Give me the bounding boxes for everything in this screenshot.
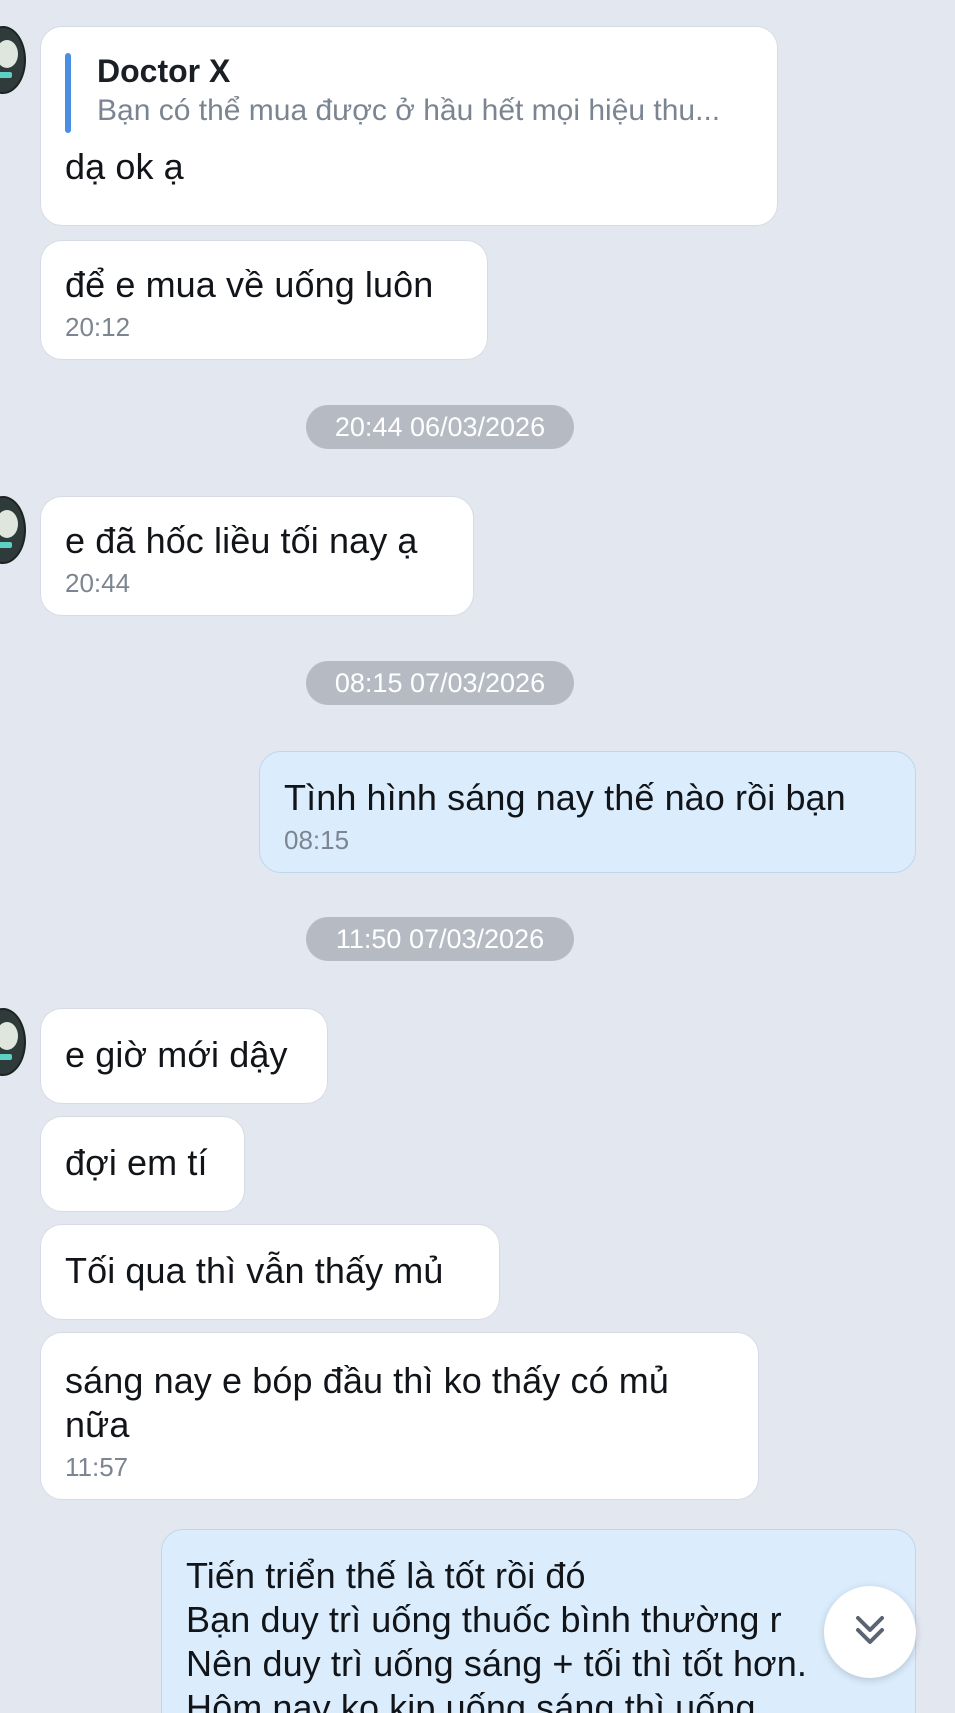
date-separator: 08:15 07/03/2026 (306, 661, 574, 705)
reply-quote[interactable]: Doctor X Bạn có thể mua được ở hầu hết m… (65, 51, 753, 133)
message-text: Nên duy trì uống sáng + tối thì tốt hơn. (186, 1643, 807, 1684)
message-bubble-incoming[interactable]: e giờ mới dậy (40, 1008, 328, 1104)
message-text: đợi em tí (65, 1142, 208, 1183)
message-text: để e mua về uống luôn (65, 264, 434, 305)
quote-text: Bạn có thể mua được ở hầu hết mọi hiệu t… (97, 94, 721, 127)
message-time: 08:15 (284, 825, 350, 855)
double-chevron-down-icon (850, 1610, 890, 1655)
contact-avatar[interactable] (0, 26, 26, 94)
scroll-to-bottom-button[interactable] (824, 1586, 916, 1678)
message-time: 20:44 (65, 568, 131, 598)
message-text: dạ ok ạ (65, 146, 184, 187)
message-text: Tình hình sáng nay thế nào rồi bạn (284, 777, 846, 818)
message-bubble-incoming[interactable]: Doctor X Bạn có thể mua được ở hầu hết m… (40, 26, 778, 226)
message-text: Tối qua thì vẫn thấy mủ (65, 1250, 444, 1291)
quote-bar (65, 53, 71, 133)
message-text: Bạn duy trì uống thuốc bình thường r (186, 1599, 782, 1640)
chat-area[interactable]: Doctor X Bạn có thể mua được ở hầu hết m… (0, 0, 955, 1713)
message-bubble-incoming[interactable]: để e mua về uống luôn 20:12 (40, 240, 488, 360)
quote-author: Doctor X (97, 53, 231, 89)
message-bubble-incoming[interactable]: sáng nay e bóp đầu thì ko thấy có mủ nữa… (40, 1332, 759, 1500)
message-text: nữa (65, 1404, 130, 1445)
date-separator: 20:44 06/03/2026 (306, 405, 574, 449)
message-bubble-incoming[interactable]: Tối qua thì vẫn thấy mủ (40, 1224, 500, 1320)
message-time: 11:57 (65, 1452, 129, 1482)
message-text: e giờ mới dậy (65, 1034, 288, 1075)
date-separator: 11:50 07/03/2026 (306, 917, 574, 961)
message-text: Hôm nay ko kịp uống sáng thì uống (186, 1687, 756, 1713)
message-text: Tiến triển thế là tốt rồi đó (186, 1555, 586, 1596)
contact-avatar[interactable] (0, 496, 26, 564)
message-bubble-outgoing[interactable]: Tình hình sáng nay thế nào rồi bạn 08:15 (259, 751, 916, 873)
contact-avatar[interactable] (0, 1008, 26, 1076)
message-bubble-outgoing[interactable]: Tiến triển thế là tốt rồi đó Bạn duy trì… (161, 1529, 916, 1713)
message-bubble-incoming[interactable]: đợi em tí (40, 1116, 245, 1212)
message-time: 20:12 (65, 312, 131, 342)
message-bubble-incoming[interactable]: e đã hốc liều tối nay ạ 20:44 (40, 496, 474, 616)
message-text: e đã hốc liều tối nay ạ (65, 520, 418, 561)
message-text: sáng nay e bóp đầu thì ko thấy có mủ (65, 1360, 669, 1401)
